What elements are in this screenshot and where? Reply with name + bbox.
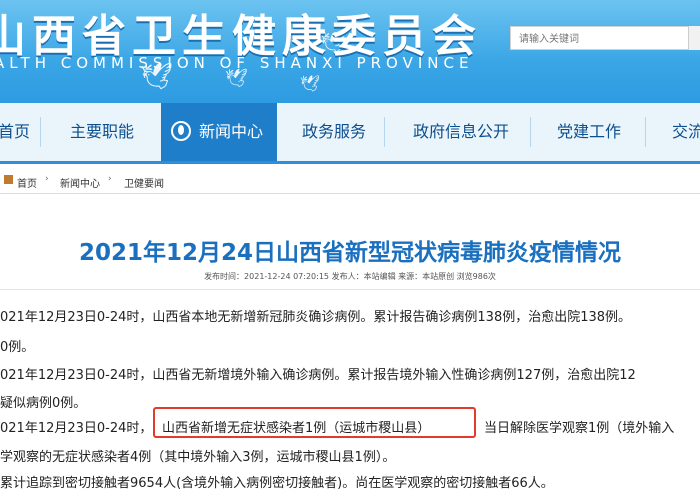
article-line: 学观察的无症状感染者4例（其中境外输入3例，运城市稷山县1例）。: [0, 450, 396, 465]
site-header: 🕊 🕊 🕊 🕊 山西省卫生健康委员会 ALTH COMMISSION OF SH…: [0, 0, 700, 103]
nav-divider: [40, 117, 41, 147]
nav-item-news-label: 新闻中心: [199, 122, 264, 141]
chevron-right-icon: ›: [108, 174, 112, 184]
divider: [0, 193, 700, 194]
nav-item-services[interactable]: 政务服务: [302, 103, 366, 161]
nav-divider: [384, 117, 385, 147]
breadcrumb-health-news[interactable]: 卫健要闻: [124, 175, 164, 190]
article-meta: 发布时间：2021-12-24 07:20:15 发布人：本站编辑 来源：本站原…: [204, 272, 496, 281]
article-title: 2021年12月24日山西省新型冠状病毒肺炎疫情情况: [78, 240, 622, 266]
article-line: 021年12月23日0-24时，山西省无新增境外输入确诊病例。累计报告境外输入性…: [0, 368, 636, 383]
breadcrumb-news-center[interactable]: 新闻中心: [60, 175, 100, 190]
search-box: [510, 26, 695, 51]
search-button[interactable]: [688, 26, 700, 50]
dove-icon: 🕊: [300, 74, 321, 93]
nav-item-functions[interactable]: 主要职能: [70, 103, 134, 161]
nav-item-gov-info[interactable]: 政府信息公开: [413, 103, 509, 161]
nav-item-home[interactable]: 首页: [0, 103, 30, 161]
search-input[interactable]: [511, 28, 695, 51]
article-line: 021年12月23日0-24时，山西省本地无新增新冠肺炎确诊病例。累计报告确诊病…: [0, 310, 632, 325]
main-nav: 首页 主要职能 新闻中心 政务服务 政府信息公开 党建工作 交流: [0, 103, 700, 164]
chevron-right-icon: ›: [45, 174, 49, 184]
globe-icon: [171, 120, 191, 141]
article-line: 当日解除医学观察1例（境外输入: [484, 421, 675, 436]
article-line: 疑似病例0例。: [0, 396, 87, 411]
home-icon: [4, 175, 13, 184]
nav-divider: [645, 117, 646, 147]
nav-item-party[interactable]: 党建工作: [557, 103, 621, 161]
breadcrumb: 首页 › 新闻中心 › 卫健要闻: [0, 172, 700, 192]
site-title-en: ALTH COMMISSION OF SHANXI PROVINCE: [0, 54, 474, 72]
article-line: 0例。: [0, 340, 35, 355]
nav-item-exchange[interactable]: 交流: [672, 103, 700, 161]
nav-item-news-center[interactable]: 新闻中心: [161, 103, 278, 161]
divider: [0, 289, 700, 290]
nav-divider: [530, 117, 531, 147]
breadcrumb-home[interactable]: 首页: [17, 175, 37, 190]
article-line: 累计追踪到密切接触者9654人(含境外输入病例密切接触者)。尚在医学观察的密切接…: [0, 476, 554, 491]
highlight-box: [153, 407, 476, 438]
article-line: 021年12月23日0-24时，: [0, 421, 153, 436]
